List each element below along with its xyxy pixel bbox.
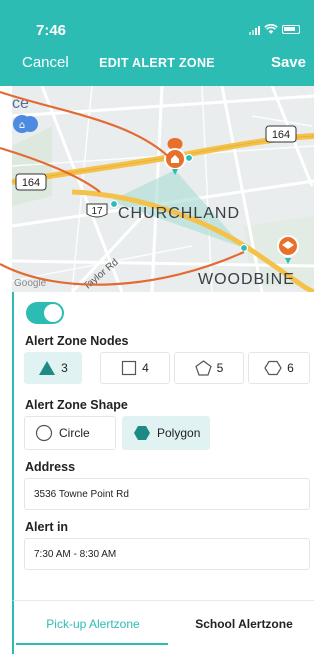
svg-text:17: 17 xyxy=(91,206,103,217)
poi-icon: ⌂ xyxy=(13,115,38,133)
battery-icon xyxy=(282,25,300,34)
wifi-icon xyxy=(264,24,278,34)
shape-label: Alert Zone Shape xyxy=(25,398,128,412)
zone-node-2 xyxy=(109,199,119,209)
circle-icon xyxy=(35,424,53,442)
map-canvas: 164 164 17 CHURCHLAND WOODBINE ce Taylor… xyxy=(12,86,314,292)
svg-text:164: 164 xyxy=(22,177,40,189)
tab-school-alertzone[interactable]: School Alertzone xyxy=(174,617,314,631)
alert-in-field[interactable]: 7:30 AM - 8:30 AM xyxy=(24,538,310,570)
route-shield-164-left: 164 xyxy=(15,173,47,191)
shape-option-circle[interactable]: Circle xyxy=(24,416,116,450)
zone-node-1 xyxy=(184,153,194,163)
nodes-label: Alert Zone Nodes xyxy=(25,334,129,348)
signal-icon xyxy=(249,25,260,35)
node-option-3[interactable]: 3 xyxy=(24,352,82,384)
map-label-churchland: CHURCHLAND xyxy=(118,205,240,222)
save-button[interactable]: Save xyxy=(271,54,306,71)
triangle-icon xyxy=(39,361,56,375)
tab-pickup-alertzone[interactable]: Pick-up Alertzone xyxy=(18,617,168,631)
google-logo: Google xyxy=(14,278,47,289)
address-field[interactable]: 3536 Towne Point Rd xyxy=(24,478,310,510)
page-title: EDIT ALERT ZONE xyxy=(99,56,215,70)
status-time: 7:46 xyxy=(36,22,67,39)
zone-node-3 xyxy=(239,243,249,253)
map-label-woodbine: WOODBINE xyxy=(198,271,295,288)
map-view[interactable]: 164 164 17 CHURCHLAND WOODBINE ce Taylor… xyxy=(12,86,314,292)
pentagon-icon xyxy=(194,360,212,376)
hexagon-filled-icon xyxy=(134,426,150,440)
node-option-4[interactable]: 4 xyxy=(100,352,170,384)
active-tab-indicator xyxy=(16,643,168,645)
route-shield-17: 17 xyxy=(86,203,108,218)
hexagon-icon xyxy=(264,360,282,376)
address-label: Address xyxy=(25,460,76,474)
svg-text:⌂: ⌂ xyxy=(19,120,25,131)
node-option-6[interactable]: 6 xyxy=(248,352,310,384)
shape-option-polygon[interactable]: Polygon xyxy=(122,416,210,450)
alert-in-label: Alert in xyxy=(25,520,69,534)
header-bar: 7:46 Cancel EDIT ALERT ZONE Save xyxy=(0,0,314,86)
square-icon xyxy=(122,360,137,376)
route-shield-164-right: 164 xyxy=(265,125,297,143)
screen: 7:46 Cancel EDIT ALERT ZONE Save 164 164… xyxy=(0,0,314,654)
map-label-fragment: ce xyxy=(12,95,29,112)
alert-zone-form: Alert Zone Nodes 3 4 5 6 Alert Zone Shap… xyxy=(12,292,314,600)
node-option-5[interactable]: 5 xyxy=(174,352,244,384)
bottom-tab-bar: Pick-up Alertzone School Alertzone xyxy=(12,600,314,654)
alert-zone-toggle[interactable] xyxy=(26,302,64,324)
svg-text:164: 164 xyxy=(272,129,290,141)
status-icons xyxy=(249,24,300,35)
